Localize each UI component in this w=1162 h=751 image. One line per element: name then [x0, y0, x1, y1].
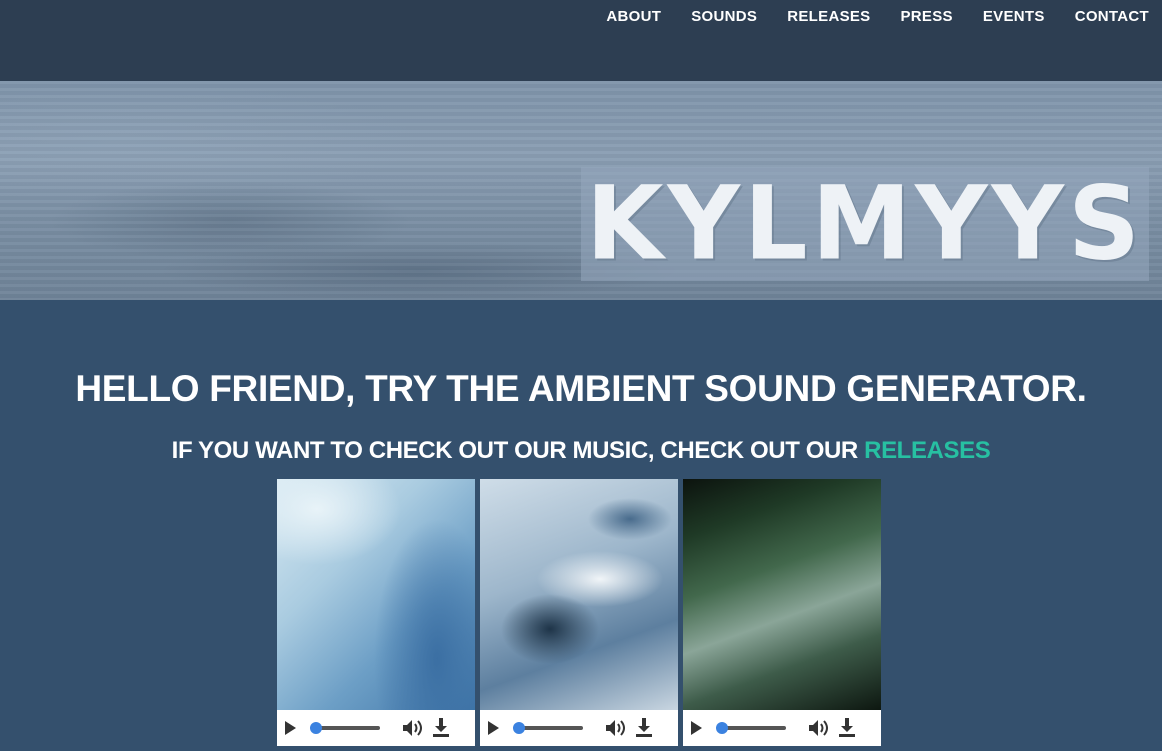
- download-icon[interactable]: [838, 718, 856, 738]
- nav-releases[interactable]: RELEASES: [787, 8, 870, 25]
- volume-icon[interactable]: [605, 719, 627, 737]
- seek-slider[interactable]: [310, 722, 380, 734]
- hero-banner: KYLMYYS: [0, 81, 1162, 300]
- download-icon[interactable]: [635, 718, 653, 738]
- play-icon[interactable]: [488, 721, 499, 735]
- nav-menu: ABOUT SOUNDS RELEASES PRESS EVENTS CONTA…: [606, 8, 1149, 25]
- seek-knob[interactable]: [310, 722, 322, 734]
- seek-knob[interactable]: [716, 722, 728, 734]
- play-icon[interactable]: [691, 721, 702, 735]
- download-icon[interactable]: [432, 718, 450, 738]
- album-cover-image: [277, 479, 475, 710]
- audio-player-1: [277, 479, 475, 746]
- player-controls: [683, 710, 881, 746]
- audio-player-2: [480, 479, 678, 746]
- seek-slider[interactable]: [513, 722, 583, 734]
- volume-icon[interactable]: [808, 719, 830, 737]
- nav-events[interactable]: EVENTS: [983, 8, 1045, 25]
- page-headline: HELLO FRIEND, TRY THE AMBIENT SOUND GENE…: [75, 368, 1087, 409]
- player-controls: [480, 710, 678, 746]
- site-logo: KYLMYYS: [581, 167, 1149, 281]
- play-icon[interactable]: [285, 721, 296, 735]
- audio-players: [277, 479, 881, 746]
- player-controls: [277, 710, 475, 746]
- subheadline-text: IF YOU WANT TO CHECK OUT OUR MUSIC, CHEC…: [171, 437, 865, 464]
- album-cover-image: [683, 479, 881, 710]
- page-subheadline: IF YOU WANT TO CHECK OUT OUR MUSIC, CHEC…: [0, 437, 1162, 465]
- nav-sounds[interactable]: SOUNDS: [691, 8, 757, 25]
- album-cover-image: [480, 479, 678, 710]
- audio-player-3: [683, 479, 881, 746]
- nav-about[interactable]: ABOUT: [606, 8, 661, 25]
- releases-link[interactable]: RELEASES: [864, 437, 991, 464]
- seek-slider[interactable]: [716, 722, 786, 734]
- volume-icon[interactable]: [402, 719, 424, 737]
- nav-contact[interactable]: CONTACT: [1075, 8, 1149, 25]
- logo-text: KYLMYYS: [586, 163, 1144, 284]
- nav-press[interactable]: PRESS: [901, 8, 953, 25]
- top-navigation: ABOUT SOUNDS RELEASES PRESS EVENTS CONTA…: [0, 0, 1162, 81]
- seek-knob[interactable]: [513, 722, 525, 734]
